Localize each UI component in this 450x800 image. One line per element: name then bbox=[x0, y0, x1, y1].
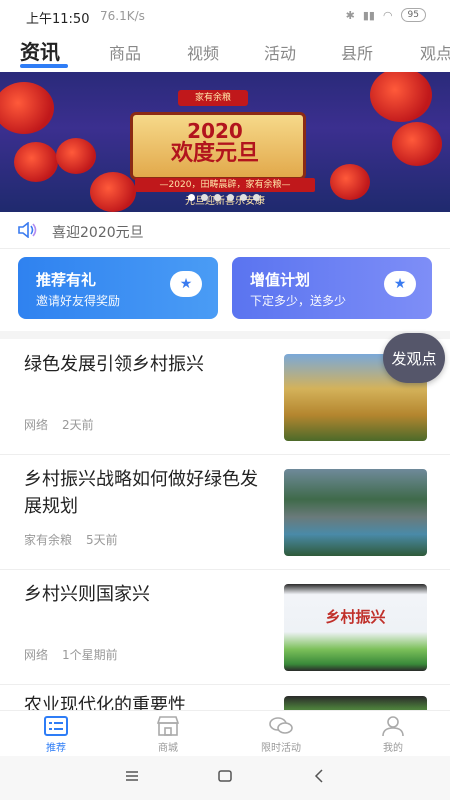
lantern-icon bbox=[392, 122, 442, 166]
referral-card[interactable]: 推荐有礼 邀请好友得奖励 ★ bbox=[18, 257, 218, 319]
banner-subtitle: —2020，田畴晨辟，家有余粮— bbox=[135, 178, 315, 192]
tab-news[interactable]: 资讯 bbox=[20, 36, 60, 65]
banner-tag: 家有余粮 bbox=[178, 90, 248, 106]
status-network-speed: 76.1K/s bbox=[100, 9, 145, 23]
thumbnail-caption: 乡村振兴 bbox=[325, 608, 386, 626]
back-icon[interactable] bbox=[312, 768, 328, 784]
nav-limited-activities[interactable]: 限时活动 bbox=[246, 715, 316, 754]
announcement-bar[interactable]: 喜迎2020元旦 bbox=[0, 212, 450, 249]
referral-card-title: 推荐有礼 bbox=[36, 271, 97, 289]
news-source: 网络 bbox=[24, 648, 49, 662]
news-time: 5天前 bbox=[86, 533, 118, 547]
star-icon: ★ bbox=[384, 271, 416, 297]
status-bar: 上午11:50 76.1K/s ✱ ▮▮ ◠ 95 bbox=[0, 0, 450, 32]
news-time: 2天前 bbox=[62, 418, 94, 432]
news-item[interactable]: 乡村振兴战略如何做好绿色发展规划 家有余粮 5天前 bbox=[0, 454, 450, 570]
nav-profile-label: 我的 bbox=[383, 743, 403, 754]
value-plan-card-subtitle: 下定多少，送多少 bbox=[250, 294, 347, 308]
tab-opinions[interactable]: 观点 bbox=[420, 40, 450, 64]
banner-headline: 2020 欢度元旦 bbox=[130, 112, 300, 174]
store-icon bbox=[156, 716, 180, 736]
carousel-dot[interactable] bbox=[253, 194, 260, 201]
lantern-icon bbox=[330, 164, 370, 200]
lantern-icon bbox=[56, 138, 96, 174]
active-tab-indicator bbox=[20, 64, 68, 68]
carousel-dot[interactable] bbox=[188, 194, 195, 201]
tab-activities[interactable]: 活动 bbox=[264, 40, 296, 64]
person-icon bbox=[382, 716, 404, 737]
banner-year: 2020 bbox=[187, 119, 243, 143]
lantern-icon bbox=[370, 72, 432, 122]
news-meta: 家有余粮 5天前 bbox=[24, 531, 132, 548]
value-plan-card[interactable]: 增值计划 下定多少，送多少 ★ bbox=[232, 257, 432, 319]
news-meta: 网络 2天前 bbox=[24, 416, 108, 433]
home-icon[interactable] bbox=[217, 768, 233, 784]
tab-products[interactable]: 商品 bbox=[109, 40, 141, 64]
signal-icon: ▮▮ bbox=[362, 8, 375, 22]
news-meta: 网络 1个星期前 bbox=[24, 646, 132, 663]
news-source: 家有余粮 bbox=[24, 533, 73, 547]
chat-icon bbox=[269, 717, 293, 734]
nav-store[interactable]: 商城 bbox=[133, 715, 203, 754]
tab-county[interactable]: 县所 bbox=[341, 40, 373, 64]
menu-icon[interactable] bbox=[124, 768, 140, 784]
value-plan-card-title: 增值计划 bbox=[250, 271, 311, 289]
news-source: 网络 bbox=[24, 418, 49, 432]
news-time: 1个星期前 bbox=[62, 648, 118, 662]
announcement-text: 喜迎2020元旦 bbox=[52, 225, 144, 241]
wifi-icon: ◠ bbox=[382, 8, 393, 22]
battery-icon: 95 bbox=[400, 8, 426, 22]
nav-recommend[interactable]: 推荐 bbox=[21, 715, 91, 754]
lantern-icon bbox=[0, 82, 54, 134]
new-year-banner[interactable]: 家有余粮 2020 欢度元旦 —2020，田畴晨辟，家有余粮— 元旦迎新喜乐安康 bbox=[0, 72, 450, 212]
section-divider bbox=[0, 331, 450, 339]
star-icon: ★ bbox=[170, 271, 202, 297]
news-item[interactable]: 乡村兴则国家兴 网络 1个星期前 乡村振兴 bbox=[0, 569, 450, 685]
lantern-icon bbox=[14, 142, 58, 182]
news-thumbnail-rural-revival: 乡村振兴 bbox=[284, 584, 427, 671]
status-icons: ✱ ▮▮ ◠ 95 bbox=[346, 8, 426, 22]
carousel-dots bbox=[188, 194, 260, 201]
nav-limited-activities-label: 限时活动 bbox=[261, 743, 301, 754]
news-thumbnail-village bbox=[284, 469, 427, 556]
post-opinion-button[interactable]: 发观点 bbox=[383, 333, 445, 383]
news-title: 乡村兴则国家兴 bbox=[24, 584, 150, 605]
referral-card-subtitle: 邀请好友得奖励 bbox=[36, 294, 121, 308]
tab-videos[interactable]: 视频 bbox=[187, 40, 219, 64]
bluetooth-icon: ✱ bbox=[345, 8, 355, 22]
carousel-dot[interactable] bbox=[201, 194, 208, 201]
status-time: 上午11:50 bbox=[26, 12, 90, 27]
nav-profile[interactable]: 我的 bbox=[358, 715, 428, 754]
lantern-icon bbox=[90, 172, 136, 212]
news-title: 绿色发展引领乡村振兴 bbox=[24, 354, 204, 375]
nav-recommend-label: 推荐 bbox=[46, 743, 66, 754]
news-title: 乡村振兴战略如何做好绿色发展规划 bbox=[24, 469, 258, 517]
speaker-icon bbox=[18, 222, 37, 238]
carousel-dot[interactable] bbox=[240, 194, 247, 201]
nav-store-label: 商城 bbox=[158, 743, 178, 754]
system-navigation-bar bbox=[0, 756, 450, 800]
bottom-navigation: 推荐 商城 限时活动 我的 bbox=[0, 710, 450, 757]
carousel-dot[interactable] bbox=[214, 194, 221, 201]
list-icon bbox=[44, 716, 68, 736]
carousel-dot[interactable] bbox=[227, 194, 234, 201]
banner-slogan: 欢度元旦 bbox=[170, 141, 259, 166]
